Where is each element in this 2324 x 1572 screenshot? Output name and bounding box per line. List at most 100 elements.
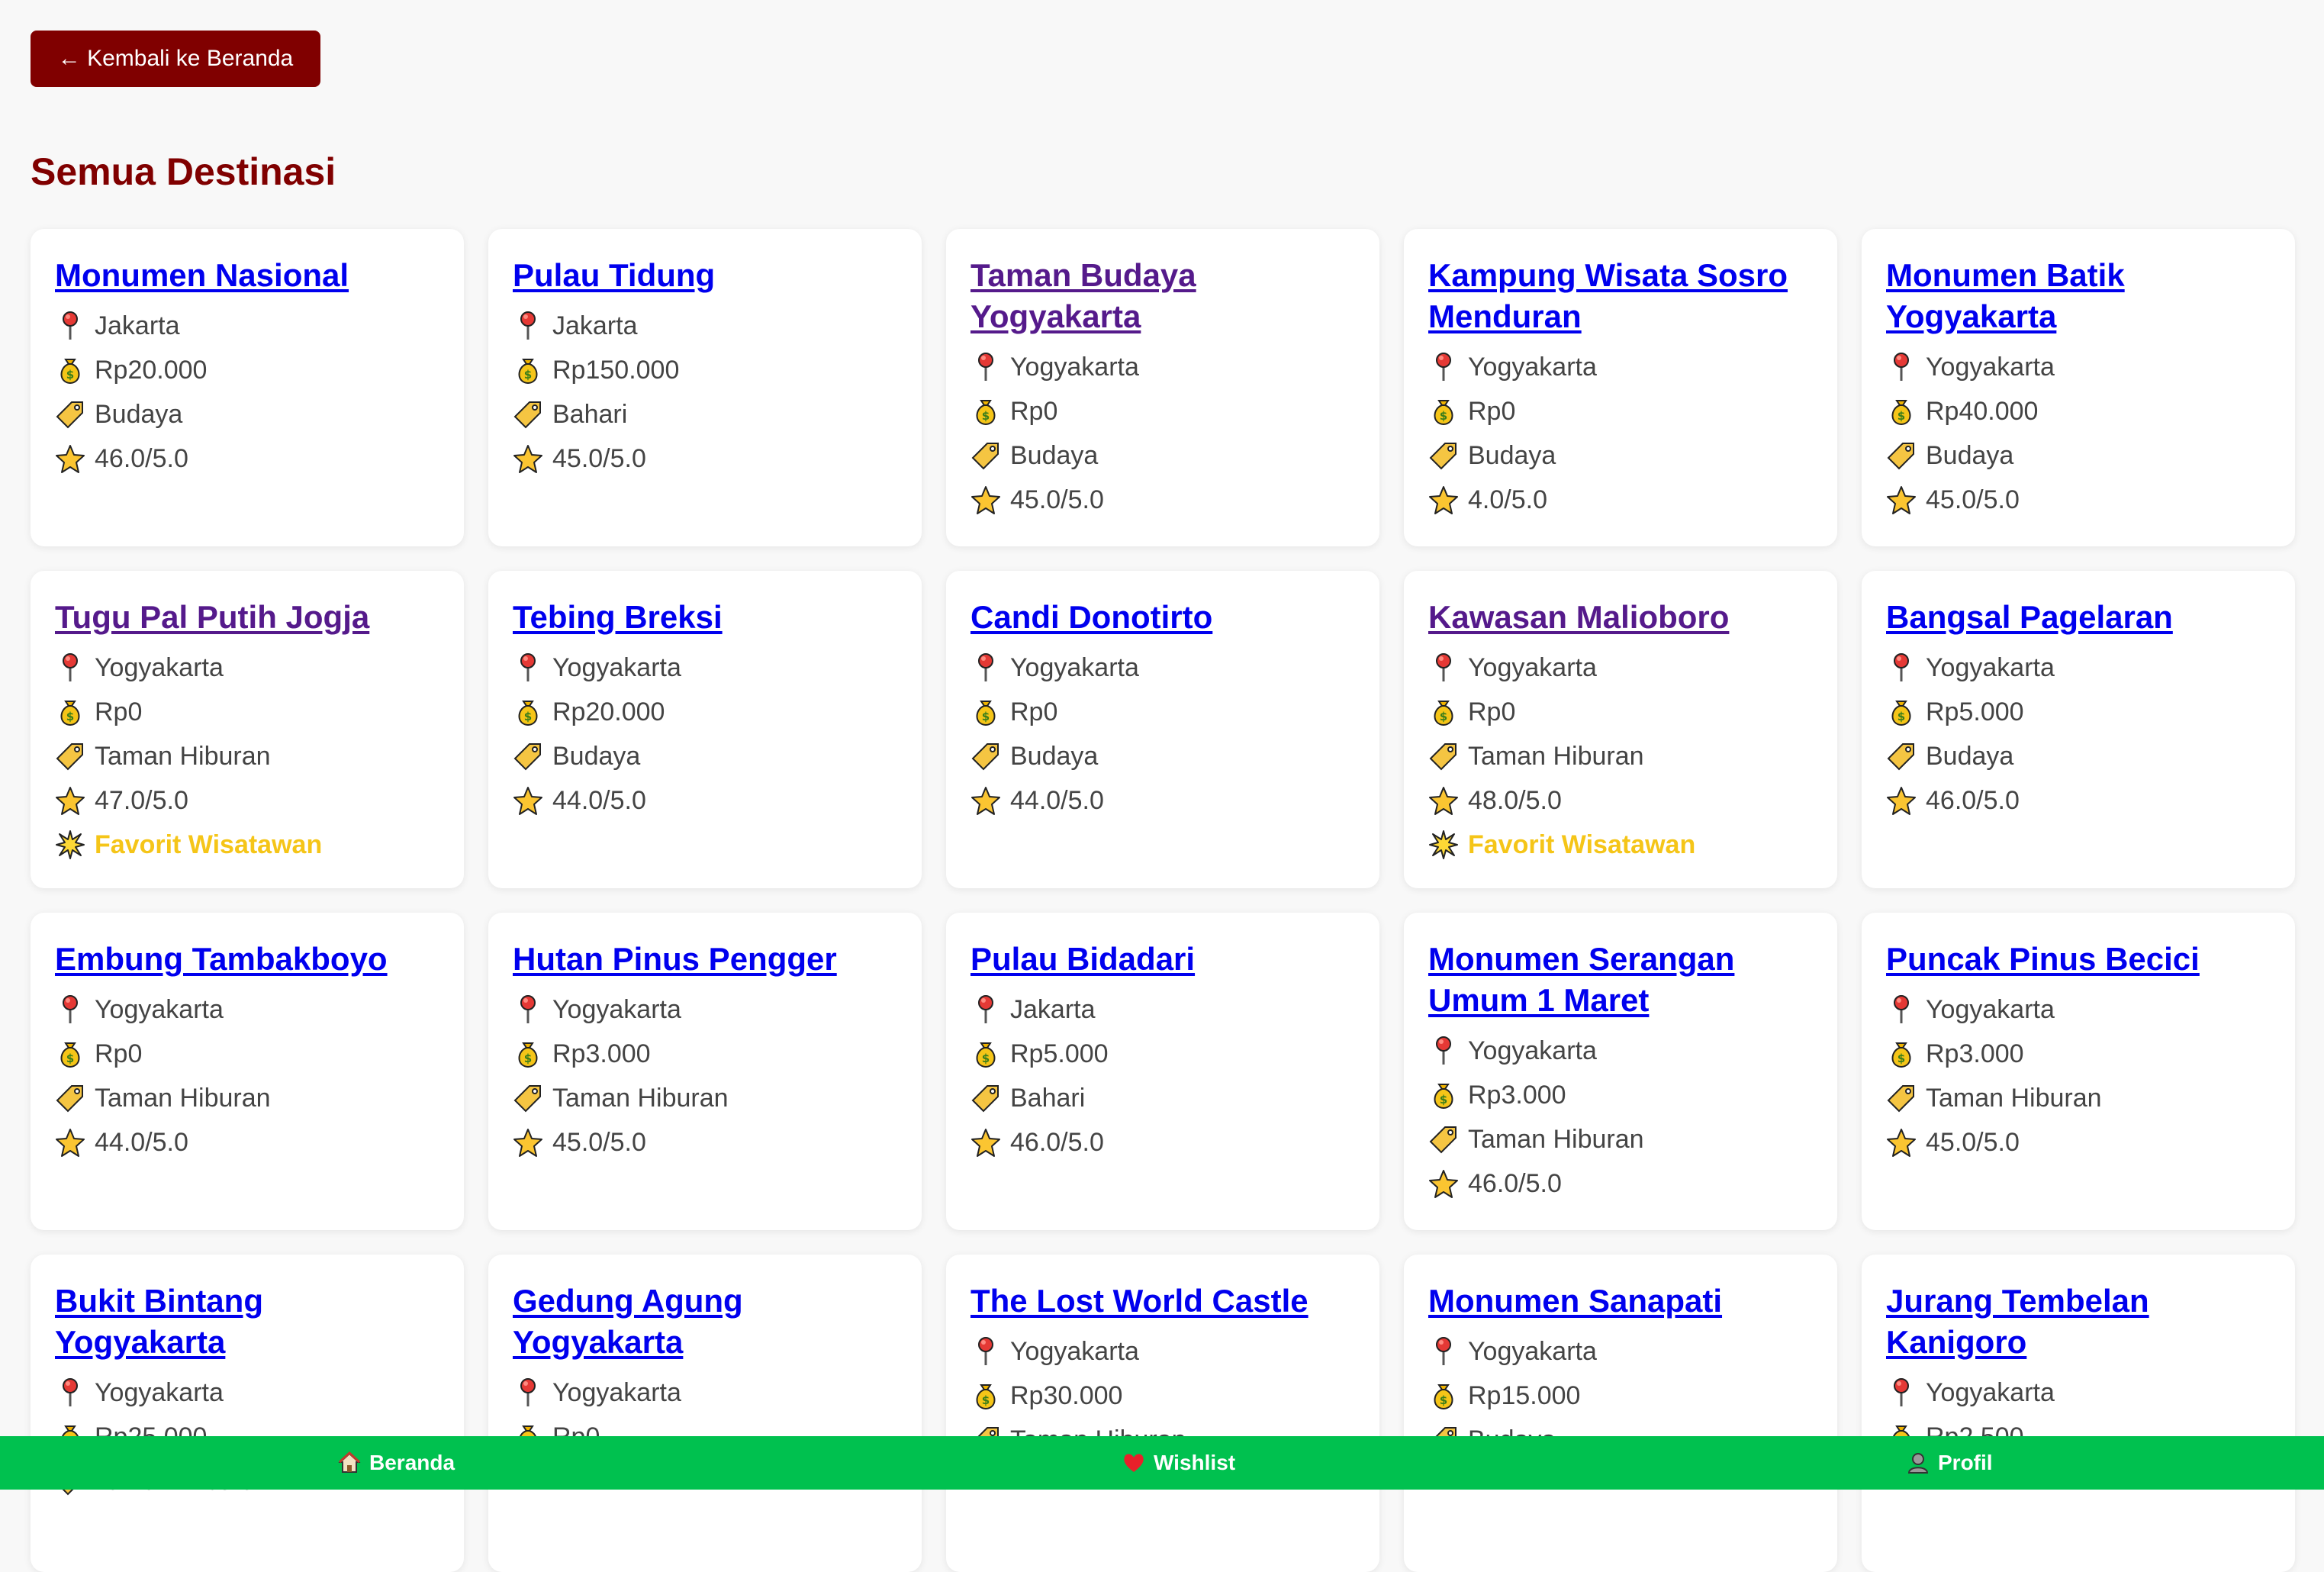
star-icon bbox=[971, 1129, 1000, 1157]
destination-location-text: Yogyakarta bbox=[95, 653, 224, 682]
destination-price-text: Rp0 bbox=[1010, 697, 1058, 726]
tag-icon bbox=[971, 1085, 999, 1113]
destination-rating-text: 45.0/5.0 bbox=[1926, 1128, 2020, 1157]
destination-location-text: Yogyakarta bbox=[1468, 353, 1597, 382]
back-to-home-button[interactable]: ← Kembali ke Beranda bbox=[31, 31, 320, 87]
destination-title-link[interactable]: Monumen Batik Yogyakarta bbox=[1886, 255, 2271, 337]
destination-card: Pulau Bidadari Jakarta $ Rp5.000 Bahari 46.0/… bbox=[946, 913, 1379, 1230]
destination-category: Bahari bbox=[513, 392, 897, 436]
destination-location: Yogyakarta bbox=[55, 987, 439, 1032]
destination-category: Taman Hiburan bbox=[1886, 1076, 2271, 1120]
user-icon bbox=[1907, 1453, 1929, 1474]
bottom-navigation: Beranda Wishlist Profil bbox=[0, 1436, 2324, 1490]
destination-card: Bukit Bintang YogyakartaYogyakarta$Rp25.… bbox=[31, 1255, 464, 1572]
destination-card: Taman Budaya Yogyakarta Yogyakarta $ Rp0 Bud… bbox=[946, 229, 1379, 546]
destination-title-link[interactable]: Bukit Bintang Yogyakarta bbox=[55, 1280, 439, 1363]
destination-title-link[interactable]: Pulau Bidadari bbox=[970, 939, 1355, 980]
svg-text:$: $ bbox=[982, 710, 990, 723]
house-icon bbox=[338, 1451, 361, 1473]
destination-price-text: Rp3.000 bbox=[552, 1039, 651, 1068]
svg-text:$: $ bbox=[982, 1052, 990, 1065]
tag-icon bbox=[1429, 443, 1457, 470]
destination-price: $ Rp20.000 bbox=[55, 348, 439, 392]
destination-rating: 45.0/5.0 bbox=[1886, 1120, 2271, 1165]
destination-location: Yogyakarta bbox=[970, 646, 1355, 690]
destination-category-text: Taman Hiburan bbox=[95, 742, 271, 771]
destination-card: Puncak Pinus Becici Yogyakarta $ Rp3.000 Tam… bbox=[1862, 913, 2295, 1230]
destination-title-link[interactable]: Tebing Breksi bbox=[513, 597, 897, 638]
destination-title-link[interactable]: Taman Budaya Yogyakarta bbox=[970, 255, 1355, 337]
destination-rating: 47.0/5.0 bbox=[55, 778, 439, 823]
destination-location: Yogyakarta bbox=[1886, 987, 2271, 1032]
star-icon bbox=[513, 1129, 542, 1157]
destination-category-text: Taman Hiburan bbox=[552, 1084, 729, 1113]
destination-rating-text: 44.0/5.0 bbox=[552, 786, 646, 815]
destination-price-text: Rp0 bbox=[1468, 397, 1516, 426]
money-bag-icon: $ bbox=[1434, 1384, 1453, 1410]
destination-price-text: Rp0 bbox=[1468, 697, 1516, 726]
tag-icon bbox=[971, 443, 999, 470]
pushpin-icon bbox=[1894, 995, 1909, 1023]
destination-title-link[interactable]: Kampung Wisata Sosro Menduran bbox=[1428, 255, 1813, 337]
tag-icon bbox=[1429, 1126, 1457, 1154]
money-bag-icon: $ bbox=[1434, 400, 1453, 426]
destination-location: Yogyakarta bbox=[1428, 646, 1813, 690]
destination-location-text: Yogyakarta bbox=[552, 995, 681, 1024]
svg-text:$: $ bbox=[1898, 710, 1905, 723]
star-icon bbox=[1887, 787, 1916, 815]
destination-card: Bangsal Pagelaran Yogyakarta $ Rp5.000 Buday… bbox=[1862, 571, 2295, 888]
destination-price: $ Rp0 bbox=[1428, 389, 1813, 433]
destination-rating: 44.0/5.0 bbox=[970, 778, 1355, 823]
pushpin-icon bbox=[1894, 1378, 1909, 1406]
destination-title-link[interactable]: Monumen Nasional bbox=[55, 255, 439, 296]
destination-location: Yogyakarta bbox=[55, 646, 439, 690]
destination-title-link[interactable]: Pulau Tidung bbox=[513, 255, 897, 296]
nav-item-wishlist[interactable]: Wishlist bbox=[1122, 1436, 1235, 1490]
money-bag-icon: $ bbox=[518, 701, 538, 726]
star-icon bbox=[1887, 1129, 1916, 1157]
tag-icon bbox=[513, 1085, 541, 1113]
nav-item-beranda[interactable]: Beranda bbox=[337, 1436, 455, 1490]
destination-title-link[interactable]: Candi Donotirto bbox=[970, 597, 1355, 638]
destination-price: $ Rp0 bbox=[1428, 690, 1813, 734]
destination-price-text: Rp40.000 bbox=[1926, 397, 2039, 426]
destination-rating: 46.0/5.0 bbox=[1886, 778, 2271, 823]
money-bag-icon: $ bbox=[976, 400, 996, 426]
pushpin-icon bbox=[63, 311, 78, 340]
tag-icon bbox=[513, 743, 541, 771]
destination-title-link[interactable]: Puncak Pinus Becici bbox=[1886, 939, 2271, 980]
pushpin-icon bbox=[520, 1378, 536, 1406]
destination-title-link[interactable]: Embung Tambakboyo bbox=[55, 939, 439, 980]
destination-location: Yogyakarta bbox=[1886, 646, 2271, 690]
destination-rating-text: 46.0/5.0 bbox=[1010, 1128, 1104, 1157]
destination-category: Budaya bbox=[1886, 433, 2271, 478]
nav-item-profil[interactable]: Profil bbox=[1906, 1436, 1993, 1490]
destination-title-link[interactable]: Tugu Pal Putih Jogja bbox=[55, 597, 439, 638]
destination-title-link[interactable]: Gedung Agung Yogyakarta bbox=[513, 1280, 897, 1363]
destination-rating-text: 45.0/5.0 bbox=[1010, 485, 1104, 514]
destination-price: $ Rp0 bbox=[970, 690, 1355, 734]
destination-rating: 45.0/5.0 bbox=[513, 1120, 897, 1165]
destination-title-link[interactable]: Bangsal Pagelaran bbox=[1886, 597, 2271, 638]
destination-category: Budaya bbox=[1886, 734, 2271, 778]
destination-location-text: Yogyakarta bbox=[95, 1378, 224, 1407]
destination-title-link[interactable]: Hutan Pinus Pengger bbox=[513, 939, 897, 980]
destination-rating-text: 46.0/5.0 bbox=[1926, 786, 2020, 815]
destination-category-text: Budaya bbox=[1926, 441, 2014, 470]
destination-title-link[interactable]: Kawasan Malioboro bbox=[1428, 597, 1813, 638]
destination-category-text: Bahari bbox=[552, 400, 628, 429]
destination-title-link[interactable]: Monumen Sanapati bbox=[1428, 1280, 1813, 1322]
star-icon bbox=[1429, 787, 1458, 815]
destination-location-text: Yogyakarta bbox=[552, 653, 681, 682]
svg-text:$: $ bbox=[1440, 1393, 1447, 1407]
destination-title-link[interactable]: Monumen Serangan Umum 1 Maret bbox=[1428, 939, 1813, 1021]
destination-location: Yogyakarta bbox=[970, 345, 1355, 389]
destination-title-link[interactable]: The Lost World Castle bbox=[970, 1280, 1355, 1322]
destination-category: Taman Hiburan bbox=[55, 1076, 439, 1120]
svg-text:$: $ bbox=[66, 1052, 74, 1065]
star-icon bbox=[56, 1129, 85, 1157]
destination-card: Monumen Serangan Umum 1 Maret Yogyakarta $… bbox=[1404, 913, 1837, 1230]
star-icon bbox=[971, 486, 1000, 514]
destination-title-link[interactable]: Jurang Tembelan Kanigoro bbox=[1886, 1280, 2271, 1363]
money-bag-icon: $ bbox=[976, 701, 996, 726]
